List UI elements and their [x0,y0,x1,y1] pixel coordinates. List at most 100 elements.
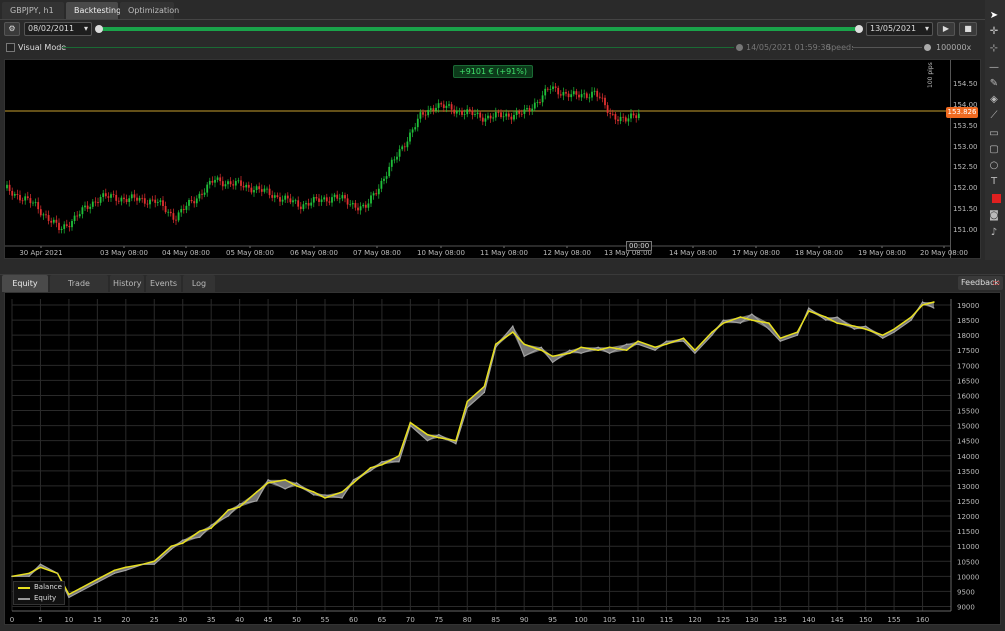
speed-slider-track[interactable] [852,47,922,48]
cursor-time-label: 00:00 [626,241,653,251]
equity-point [665,340,668,342]
candle-body [208,180,211,185]
bottom-tab[interactable]: Equity Chart [2,275,48,305]
text-icon[interactable]: T [983,175,1005,189]
comment-icon[interactable]: ▢ [983,143,1005,157]
visual-mode-checkbox[interactable] [6,43,15,52]
candle-body [583,93,586,95]
candle-body [216,177,219,180]
ruler-icon[interactable]: ⟋ [983,109,1005,123]
candle-body [175,219,177,221]
equity-point [825,319,827,321]
tab-symbol[interactable]: GBPJPY, h1 [2,2,64,19]
equity-point [466,406,468,409]
pencil-icon[interactable]: ✎ [983,77,1005,91]
x-tick-label: 70 [406,616,415,624]
range-end-handle[interactable] [855,25,863,33]
candle-body [45,214,47,216]
y-tick-label: 12500 [957,498,979,506]
equity-point [865,325,867,327]
time-handle[interactable] [736,44,743,51]
candle-body [578,94,580,98]
candle-body [268,188,271,196]
ellipse-icon[interactable]: ○ [983,159,1005,173]
candle-body [377,188,380,195]
chevron-down-icon: ▾ [924,24,929,33]
cursor-icon[interactable]: ➤ [983,9,1005,23]
bottom-tab[interactable]: History [110,275,144,292]
equity-point [836,316,838,318]
x-tick-label: 105 [603,616,616,624]
candle-body [354,203,357,208]
y-tick-label: 10000 [957,573,979,581]
price-chart[interactable]: +9101 € (+91%) 100 pips 154.50 154.00 153.… [4,59,981,259]
equity-point [853,328,855,330]
balance-point [779,337,782,339]
candle-body [596,90,599,97]
candle-body [383,178,385,181]
end-date-select[interactable]: 13/05/2021 ▾ [866,22,933,36]
bottom-tab[interactable]: Events [146,275,181,292]
equity-chart[interactable]: 9000 9500 10000 10500 11000 11500 12000 12500 13… [4,292,1001,625]
balance-point [238,506,241,508]
balance-point [170,545,173,547]
candle-body [580,94,583,98]
candle-body [346,198,349,205]
start-date-select[interactable]: 08/02/2011 ▾ [24,22,92,36]
y-tick-label: 11500 [957,528,979,536]
candle-body [307,203,310,206]
candle-body [570,94,573,98]
x-tick-label: 0 [10,616,14,624]
candle-body [310,202,313,206]
crosshair-icon[interactable]: ✛ [983,25,1005,39]
rectangle-icon[interactable]: ▭ [983,127,1005,141]
candle-body [245,184,248,188]
speed-slider-handle[interactable] [924,44,931,51]
equity-point [483,391,485,394]
settings-button[interactable]: ⚙ [4,22,20,36]
balance-point [739,316,742,318]
feedback-button[interactable]: Feedback ▭ [958,276,1003,290]
equity-point [381,461,383,463]
equity-point [654,349,656,351]
range-start-handle[interactable] [95,25,103,33]
bottom-tab[interactable]: Log [183,275,215,292]
candle-body [76,215,79,217]
x-tick-label: 35 [207,616,216,624]
candle-body [221,181,224,187]
balance-point [910,316,912,318]
candle-body [565,92,567,94]
move-icon[interactable]: ⊹ [983,42,1005,56]
color-swatch-icon[interactable] [992,194,1001,203]
candle-body [240,180,242,186]
candle-body [435,107,437,111]
candle-body [372,193,375,196]
candle-body [289,198,292,203]
candle-body [396,156,398,160]
candle-body [138,197,141,201]
balance-point [694,349,696,352]
equity-point [210,524,212,526]
stop-button[interactable]: ■ [959,22,977,36]
balance-legend-label: Balance [34,583,62,591]
balance-point [153,560,156,563]
bottom-tab[interactable]: Trade Statistics [50,275,108,305]
candle-body [536,102,539,103]
tab-optimization[interactable]: Optimization [120,2,179,19]
candle-body [198,193,201,199]
y-tick-label: 16000 [957,392,979,400]
fill-icon[interactable]: ◈ [983,93,1005,107]
equity-point [39,563,42,565]
candle-body [107,196,110,198]
candle-body [276,195,279,198]
equity-point [512,325,514,327]
camera-icon[interactable]: ◙ [983,209,1005,223]
x-tick-label: 30 [178,616,187,624]
play-button[interactable]: ▶ [937,22,955,36]
candle-body [281,199,284,202]
candle-body [463,114,466,115]
line-icon[interactable]: — [983,61,1005,75]
tab-backtesting[interactable]: Backtesting [66,2,121,19]
y-tick-label: 12000 [957,513,979,521]
bell-icon[interactable]: ♪ [983,226,1005,240]
